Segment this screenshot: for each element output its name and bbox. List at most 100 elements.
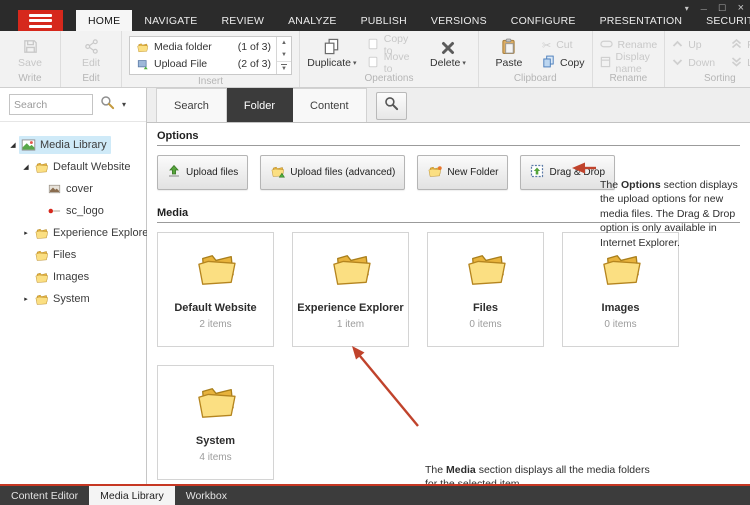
content-tab-strip: Search Folder Content <box>147 88 750 123</box>
hamburger-menu-button[interactable] <box>18 10 63 31</box>
search-options-caret-icon[interactable]: ▾ <box>122 100 126 109</box>
tree-item-default-website[interactable]: ◢ Default Website <box>20 156 146 178</box>
media-card-system[interactable]: System 4 items <box>157 365 274 480</box>
tab-publish[interactable]: PUBLISH <box>349 10 419 31</box>
folder-icon <box>193 250 239 293</box>
expand-open-icon[interactable]: ◢ <box>7 141 19 149</box>
tab-content[interactable]: Content <box>293 88 367 122</box>
folder-icon <box>193 383 239 426</box>
folder-icon <box>463 250 509 293</box>
insert-gallery: Media folder (1 of 3) Upload File (2 of … <box>129 36 292 75</box>
tree-item-media-library[interactable]: ◢ Media Library <box>7 134 146 156</box>
tab-home[interactable]: HOME <box>76 10 132 31</box>
chevron-down-icon <box>672 57 683 69</box>
media-card-files[interactable]: Files 0 items <box>427 232 544 347</box>
group-caption-operations: Operations <box>365 72 414 87</box>
copy-button[interactable]: Copy <box>542 56 585 70</box>
tab-navigate[interactable]: NAVIGATE <box>132 10 209 31</box>
app-switcher-bar: Content Editor Media Library Workbox <box>0 484 750 505</box>
media-tree: ◢ Media Library ◢ Default Website cover … <box>0 122 146 310</box>
options-section-header: Options <box>157 123 740 146</box>
tree-item-sc-logo[interactable]: sc_logo <box>33 200 146 222</box>
edit-button[interactable]: Edit <box>68 35 114 70</box>
rename-icon <box>600 39 613 52</box>
gallery-more-icon[interactable]: ▼ <box>277 61 291 74</box>
sidebar-search-row: ▾ <box>0 88 146 122</box>
tab-analyze[interactable]: ANALYZE <box>276 10 348 31</box>
folder-view: Options Upload files Upload files (advan… <box>147 123 750 480</box>
chevron-down-icon: ▾ <box>353 59 357 67</box>
save-button[interactable]: Save <box>7 35 53 70</box>
media-card-experience-explorer[interactable]: Experience Explorer 1 item <box>292 232 409 347</box>
sort-last-button[interactable]: Last <box>731 56 750 70</box>
upload-files-advanced-button[interactable]: Upload files (advanced) <box>260 155 405 190</box>
folder-icon <box>34 270 49 284</box>
ribbon-toolbar: Save Write Edit Edit Media folder (1 <box>0 31 750 88</box>
folder-icon <box>34 160 49 174</box>
folder-icon <box>34 292 49 306</box>
tree-item-system[interactable]: ▸ System <box>20 288 146 310</box>
media-card-default-website[interactable]: Default Website 2 items <box>157 232 274 347</box>
ribbon-group-sorting: Up Down First Last Sorting <box>665 31 750 87</box>
options-annotation: The Options section displays the upload … <box>600 178 750 250</box>
main-panel: Search Folder Content Options Upload fil… <box>147 88 750 484</box>
gallery-scroll-down-icon[interactable]: ▼ <box>277 49 291 61</box>
insert-media-folder-item[interactable]: Media folder (1 of 3) <box>130 39 276 56</box>
tab-content-editor[interactable]: Content Editor <box>0 486 89 505</box>
new-folder-button[interactable]: New Folder <box>417 155 508 190</box>
move-to-button[interactable]: Move to <box>367 56 415 70</box>
delete-button[interactable]: Delete▾ <box>425 35 471 70</box>
expand-open-icon[interactable]: ◢ <box>20 163 32 171</box>
group-caption-insert: Insert <box>198 75 223 88</box>
tab-workbox[interactable]: Workbox <box>175 486 238 505</box>
group-caption-edit: Edit <box>82 72 99 87</box>
tree-item-experience-explorer[interactable]: ▸ Experience Explorer <box>20 222 146 244</box>
upload-folder-icon <box>270 165 285 181</box>
rename-button[interactable]: Rename <box>600 38 658 52</box>
group-caption-write: Write <box>18 72 41 87</box>
insert-upload-file-item[interactable]: Upload File (2 of 3) <box>130 56 276 73</box>
tree-item-cover[interactable]: cover <box>33 178 146 200</box>
paste-button[interactable]: Paste <box>486 35 532 70</box>
chevron-up-icon <box>672 39 683 51</box>
sidebar: ▾ ◢ Media Library ◢ Default Website cove… <box>0 88 147 484</box>
double-chevron-down-icon <box>731 57 742 70</box>
tab-folder[interactable]: Folder <box>227 88 293 122</box>
ribbon-group-insert: Media folder (1 of 3) Upload File (2 of … <box>122 31 300 87</box>
sort-down-button[interactable]: Down <box>672 56 715 70</box>
sort-up-button[interactable]: Up <box>672 38 715 52</box>
copy-to-button[interactable]: Copy to <box>367 38 415 52</box>
search-icon <box>384 96 399 116</box>
tab-presentation[interactable]: PRESENTATION <box>588 10 695 31</box>
move-to-icon <box>367 56 379 71</box>
drag-drop-icon <box>530 164 544 181</box>
tab-security[interactable]: SECURITY <box>694 10 750 31</box>
media-library-icon <box>21 138 36 152</box>
tab-versions[interactable]: VERSIONS <box>419 10 499 31</box>
tab-review[interactable]: REVIEW <box>209 10 276 31</box>
paste-clipboard-icon <box>501 36 516 55</box>
group-caption-clipboard: Clipboard <box>514 72 557 87</box>
copy-pages-icon <box>542 55 555 71</box>
tab-search[interactable]: Search <box>156 88 227 122</box>
search-icon[interactable] <box>100 95 115 115</box>
edit-icon <box>83 36 100 55</box>
gallery-scroll-up-icon[interactable]: ▲ <box>277 37 291 49</box>
expand-closed-icon[interactable]: ▸ <box>20 295 32 303</box>
tab-configure[interactable]: CONFIGURE <box>499 10 588 31</box>
tree-item-images[interactable]: Images <box>20 266 146 288</box>
display-name-button[interactable]: Display name <box>600 56 658 70</box>
expand-closed-icon[interactable]: ▸ <box>20 229 32 237</box>
sort-first-button[interactable]: First <box>731 38 750 52</box>
duplicate-button[interactable]: Duplicate▾ <box>307 35 357 70</box>
copy-to-icon <box>367 38 379 53</box>
tab-media-library[interactable]: Media Library <box>89 486 175 505</box>
cut-button[interactable]: ✂ Cut <box>542 38 585 52</box>
upload-files-button[interactable]: Upload files <box>157 155 248 190</box>
media-folder-grid: Default Website 2 items Experience Explo… <box>157 232 697 480</box>
upload-icon <box>167 164 181 181</box>
search-input[interactable] <box>9 94 93 115</box>
search-button[interactable] <box>376 92 407 120</box>
image-icon <box>47 182 62 196</box>
tree-item-files[interactable]: Files <box>20 244 146 266</box>
